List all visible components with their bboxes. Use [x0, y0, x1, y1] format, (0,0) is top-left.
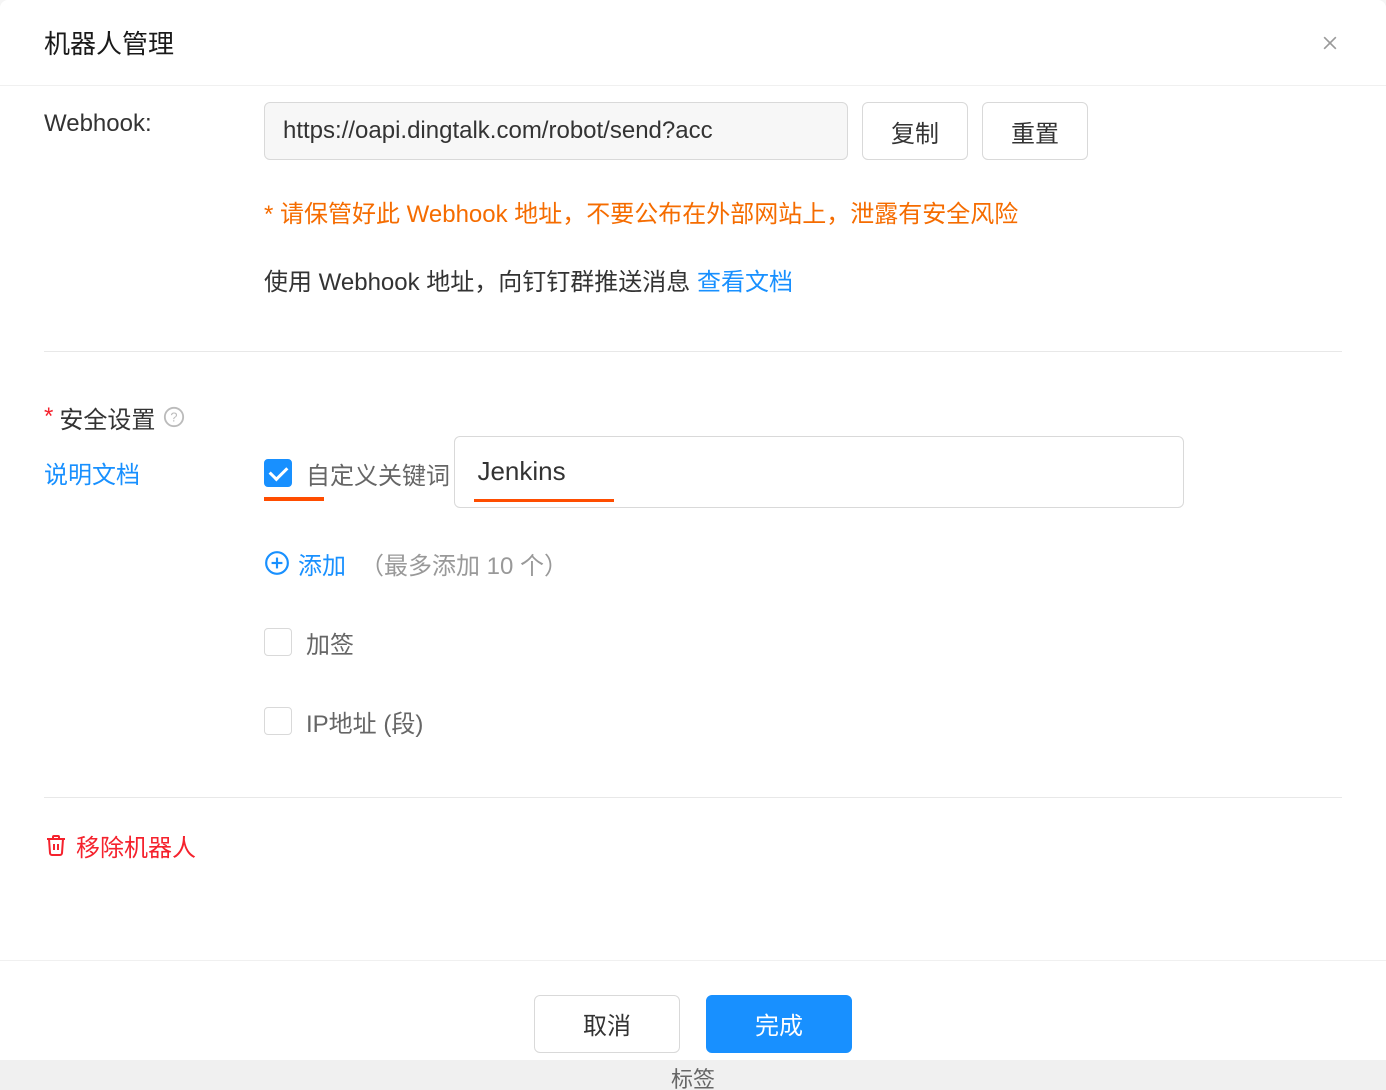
modal-body: Webhook: 复制 重置 * 请保管好此 Webhook 地址，不要公布在外…	[0, 86, 1386, 1016]
background-tab-label: 标签	[0, 1060, 1386, 1090]
add-keyword-row: 添加 （最多添加 10 个）	[264, 546, 1342, 581]
security-label: * 安全设置 ?	[44, 400, 185, 435]
security-label-column: * 安全设置 ? 说明文档	[44, 400, 264, 490]
modal-header: 机器人管理	[0, 0, 1386, 86]
sign-checkbox[interactable]	[264, 628, 292, 656]
webhook-info-text: 使用 Webhook 地址，向钉钉群推送消息	[264, 269, 697, 296]
divider-2	[44, 797, 1342, 798]
keyword-input-wrap	[454, 400, 1184, 508]
remove-robot-button[interactable]: 移除机器人	[44, 828, 1342, 863]
ip-checkbox[interactable]	[264, 707, 292, 735]
close-icon	[1320, 33, 1340, 53]
webhook-input-row: 复制 重置	[264, 102, 1342, 160]
custom-keyword-checkbox[interactable]	[264, 459, 292, 487]
ip-option-row: IP地址 (段)	[264, 704, 1342, 739]
add-keyword-hint: （最多添加 10 个）	[360, 546, 568, 581]
security-content: 自定义关键词 添加 （最多添加 10 个） 加签	[264, 400, 1342, 739]
add-keyword-link[interactable]: 添加	[298, 546, 346, 581]
webhook-info: 使用 Webhook 地址，向钉钉群推送消息 查看文档	[264, 264, 1342, 302]
svg-text:?: ?	[171, 410, 178, 425]
sign-label: 加签	[306, 625, 354, 660]
help-icon[interactable]: ?	[163, 406, 185, 428]
webhook-url-input[interactable]	[264, 102, 848, 160]
modal-title: 机器人管理	[44, 24, 174, 61]
confirm-button[interactable]: 完成	[706, 995, 852, 1053]
security-section: * 安全设置 ? 说明文档 自定义关键词	[44, 352, 1342, 739]
robot-management-modal: 机器人管理 Webhook: 复制 重置 * 请保管好此 Webhook 地址，…	[0, 0, 1386, 1090]
webhook-row: Webhook: 复制 重置 * 请保管好此 Webhook 地址，不要公布在外…	[44, 86, 1342, 303]
modal-footer: 取消 完成	[0, 960, 1386, 1060]
webhook-warning: * 请保管好此 Webhook 地址，不要公布在外部网站上，泄露有安全风险	[264, 196, 1342, 234]
copy-button[interactable]: 复制	[862, 102, 968, 160]
security-doc-link[interactable]: 说明文档	[44, 455, 264, 490]
sign-option-row: 加签	[264, 625, 1342, 660]
view-doc-link[interactable]: 查看文档	[697, 269, 793, 296]
custom-keyword-row: 自定义关键词	[264, 456, 450, 491]
trash-icon	[44, 833, 68, 857]
reset-button[interactable]: 重置	[982, 102, 1088, 160]
webhook-label: Webhook:	[44, 102, 264, 138]
remove-robot-label: 移除机器人	[76, 828, 196, 863]
required-indicator: *	[44, 403, 53, 431]
close-button[interactable]	[1318, 31, 1342, 55]
webhook-content: 复制 重置 * 请保管好此 Webhook 地址，不要公布在外部网站上，泄露有安…	[264, 102, 1342, 303]
ip-label: IP地址 (段)	[306, 704, 423, 739]
plus-circle-icon	[264, 550, 290, 576]
keyword-input[interactable]	[454, 436, 1184, 508]
custom-keyword-label: 自定义关键词	[306, 456, 450, 491]
security-label-text: 安全设置	[59, 400, 155, 435]
cancel-button[interactable]: 取消	[534, 995, 680, 1053]
